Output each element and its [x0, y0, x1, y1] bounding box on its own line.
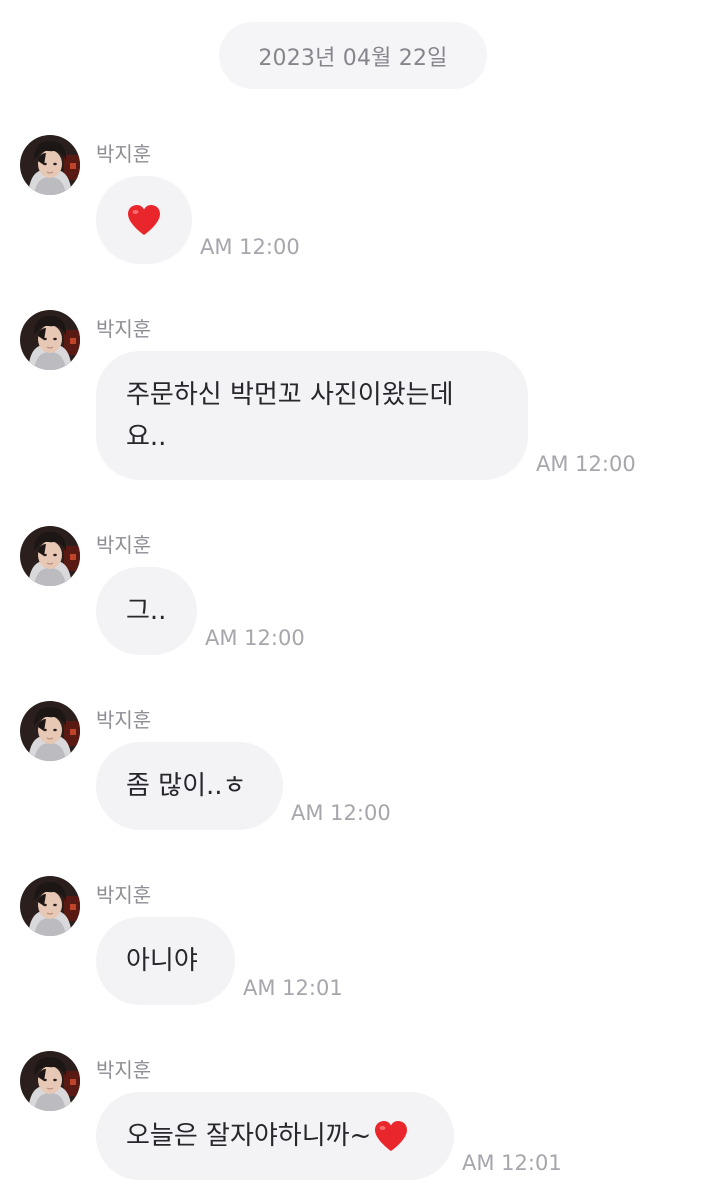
- message-time: AM 12:01: [243, 976, 343, 1000]
- avatar[interactable]: [20, 310, 80, 370]
- sender-name: 박지훈: [96, 1058, 152, 1082]
- heart-emoji-icon: [373, 1119, 409, 1153]
- message-text: 오늘은 잘자야하니까~: [126, 1121, 372, 1151]
- message-time: AM 12:00: [200, 235, 300, 259]
- message-bubble[interactable]: [96, 176, 192, 264]
- date-label: 2023년 04월 22일: [258, 45, 448, 71]
- message-bubble[interactable]: 좀 많이..ㅎ: [96, 742, 283, 830]
- heart-emoji-icon: [126, 203, 162, 237]
- message-time: AM 12:00: [291, 801, 391, 825]
- avatar[interactable]: [20, 701, 80, 761]
- sender-name: 박지훈: [96, 142, 152, 166]
- sender-name: 박지훈: [96, 317, 152, 341]
- avatar[interactable]: [20, 876, 80, 936]
- message-text: 아니야: [126, 946, 198, 976]
- message-bubble[interactable]: 오늘은 잘자야하니까~: [96, 1092, 454, 1180]
- message-time: AM 12:00: [536, 452, 636, 476]
- avatar[interactable]: [20, 135, 80, 195]
- message-text: 좀 많이..ㅎ: [126, 771, 247, 801]
- message-bubble[interactable]: 아니야: [96, 917, 235, 1005]
- date-separator: 2023년 04월 22일: [219, 22, 487, 89]
- message-text: 그..: [126, 596, 167, 626]
- message-bubble[interactable]: 그..: [96, 567, 197, 655]
- message-text: 주문하신 박먼꼬 사진이왔는데 요..: [126, 379, 454, 452]
- avatar[interactable]: [20, 1051, 80, 1111]
- sender-name: 박지훈: [96, 708, 152, 732]
- message-time: AM 12:00: [205, 626, 305, 650]
- avatar[interactable]: [20, 526, 80, 586]
- message-time: AM 12:01: [462, 1151, 562, 1175]
- sender-name: 박지훈: [96, 883, 152, 907]
- message-bubble[interactable]: 주문하신 박먼꼬 사진이왔는데 요..: [96, 351, 528, 480]
- sender-name: 박지훈: [96, 533, 152, 557]
